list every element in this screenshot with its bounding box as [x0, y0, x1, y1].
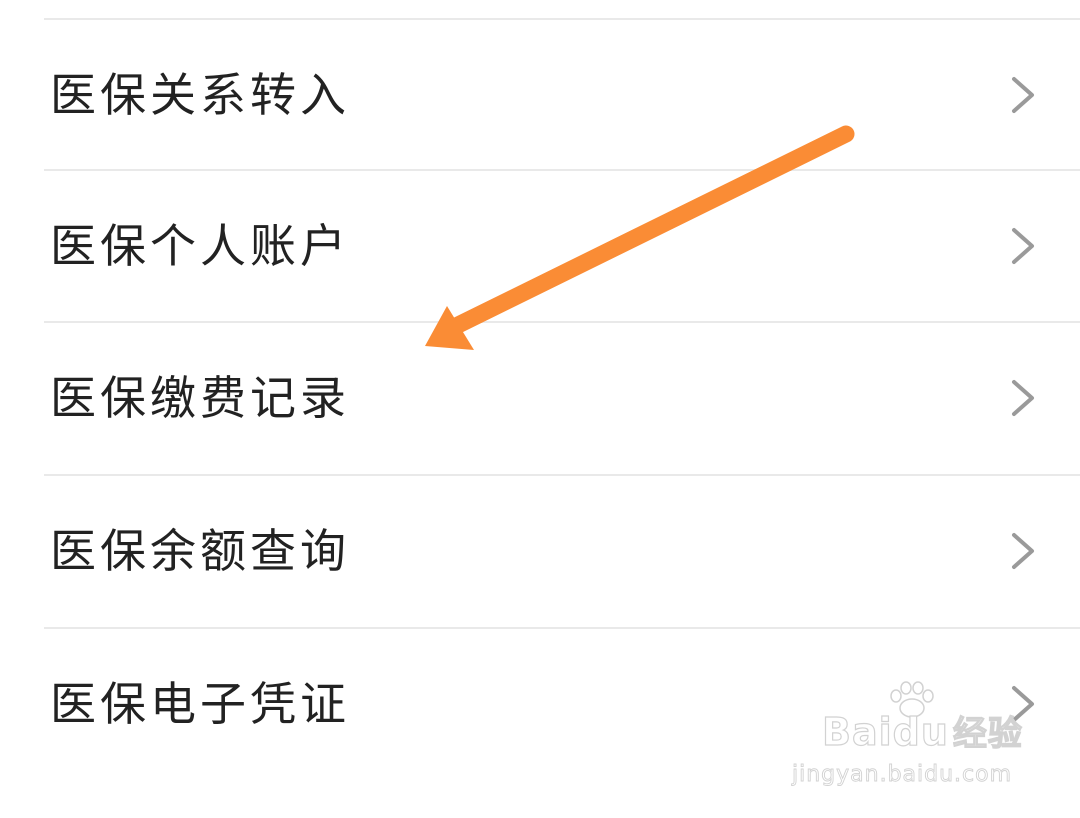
menu-list: 医保关系转入 医保个人账户 医保缴费记录 医保余额查询 医保电子凭证 [0, 0, 1080, 818]
menu-item-label: 医保关系转入 [50, 68, 350, 122]
chevron-right-icon [1012, 380, 1034, 416]
menu-item-medical-insurance-personal-account[interactable]: 医保个人账户 [0, 171, 1080, 321]
menu-item-medical-insurance-balance-inquiry[interactable]: 医保余额查询 [0, 476, 1080, 626]
menu-item-label: 医保缴费记录 [50, 371, 350, 425]
chevron-right-icon [1012, 228, 1034, 264]
menu-item-medical-insurance-payment-records[interactable]: 医保缴费记录 [0, 323, 1080, 473]
menu-item-medical-insurance-transfer-in[interactable]: 医保关系转入 [0, 20, 1080, 170]
chevron-right-icon [1012, 686, 1034, 722]
menu-item-label: 医保个人账户 [50, 219, 350, 273]
chevron-right-icon [1012, 77, 1034, 113]
menu-item-medical-insurance-e-voucher[interactable]: 医保电子凭证 [0, 629, 1080, 779]
chevron-right-icon [1012, 533, 1034, 569]
menu-item-label: 医保电子凭证 [50, 677, 350, 731]
menu-item-label: 医保余额查询 [50, 524, 350, 578]
